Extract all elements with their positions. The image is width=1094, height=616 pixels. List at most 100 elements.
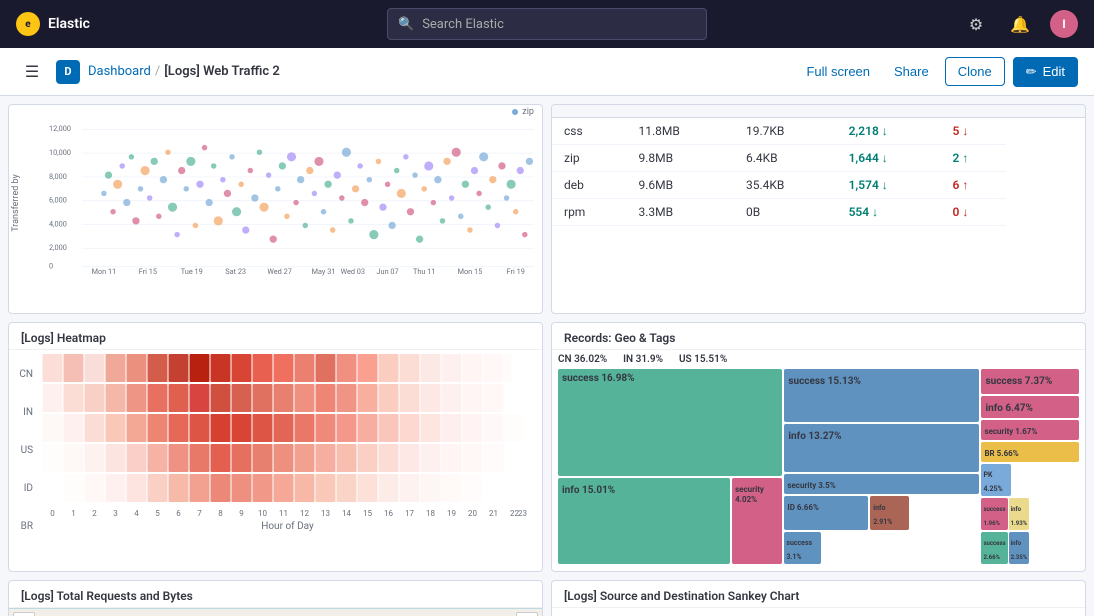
col-mb2	[734, 105, 837, 118]
geo-cn-label: CN 36.02%	[558, 354, 607, 365]
row-num: 2 ↑	[941, 145, 1007, 172]
svg-text:3: 3	[113, 509, 118, 518]
svg-text:Mon 11: Mon 11	[92, 267, 117, 276]
svg-text:17: 17	[405, 509, 414, 518]
tm-us-success: success 7.37%	[981, 369, 1079, 394]
map-svg: REGINA WINNIPEG THUNDER BAY NORTH DAKOTA…	[9, 608, 542, 616]
sub-nav-actions: Full screen Share Clone ✏ Edit	[798, 57, 1078, 87]
svg-text:Fri 19: Fri 19	[507, 267, 525, 276]
fullscreen-button[interactable]: Full screen	[798, 58, 878, 85]
geo-in-label: IN 31.9%	[623, 354, 663, 365]
svg-text:10: 10	[258, 509, 267, 518]
svg-text:Wed 27: Wed 27	[267, 267, 291, 276]
svg-text:May 31: May 31	[312, 267, 336, 276]
svg-text:13: 13	[321, 509, 330, 518]
svg-text:10,000: 10,000	[49, 148, 71, 157]
geo-us-label: US 15.51%	[679, 354, 727, 365]
tm-us-info3: info 1.93%	[1009, 498, 1030, 530]
sankey-body: 13,000 12,000 BD BR	[552, 608, 1085, 616]
table-row: css 11.8MB 19.7KB 2,218 ↓ 5 ↓	[552, 118, 1085, 145]
svg-text:Thu 11: Thu 11	[413, 267, 435, 276]
heatmap-panel: [Logs] Heatmap CN IN US ID BR	[8, 322, 543, 572]
col-arrow1	[941, 105, 1007, 118]
main-content: zip Transferred by 12,000 10,000 8,000 6…	[0, 96, 1094, 616]
col-arrow2	[1045, 105, 1085, 118]
geo-panel: Records: Geo & Tags CN 36.02% IN 31.9% U…	[551, 322, 1086, 572]
heatmap-y-us: US	[13, 445, 33, 456]
table-row: deb 9.6MB 35.4KB 1,574 ↓ 6 ↑	[552, 172, 1085, 199]
svg-text:6,000: 6,000	[49, 196, 67, 205]
tm-us-info4: info 2.35%	[1009, 532, 1030, 564]
tm-cn-success: success 16.98%	[558, 369, 782, 476]
svg-text:23: 23	[518, 509, 527, 518]
clone-label: Clone	[958, 64, 992, 79]
zoom-in-button[interactable]: +	[13, 612, 35, 616]
edit-label: Edit	[1043, 64, 1065, 79]
heatmap-y-in: IN	[13, 407, 33, 418]
map-filter-button[interactable]: ⇄	[516, 612, 538, 616]
svg-text:4,000: 4,000	[49, 219, 67, 228]
row-col2: 0B	[734, 199, 837, 226]
row-type: rpm	[552, 199, 627, 226]
svg-text:12: 12	[300, 509, 309, 518]
row-count: 554 ↓	[837, 199, 941, 226]
sub-navigation: ☰ D Dashboard / [Logs] Web Traffic 2 Ful…	[0, 48, 1094, 96]
breadcrumb-dashboard[interactable]: Dashboard	[88, 64, 151, 79]
row-num: 0 ↓	[941, 199, 1007, 226]
share-button[interactable]: Share	[886, 58, 937, 85]
heatmap-svg: 0 1 2 3 4 5 6 7 8 9 10 11 12 13 14 15 16	[37, 354, 538, 519]
edit-icon: ✏	[1026, 64, 1037, 80]
heatmap-y-cn: CN	[13, 369, 33, 380]
svg-text:0: 0	[49, 261, 53, 270]
tm-in-info2: info 2.91%	[870, 496, 909, 530]
col-mb1	[627, 105, 734, 118]
row-num: 5 ↓	[941, 118, 1007, 145]
svg-text:2,000: 2,000	[49, 243, 67, 252]
svg-text:8,000: 8,000	[49, 172, 67, 181]
svg-text:9: 9	[239, 509, 244, 518]
notifications-icon[interactable]: 🔔	[1006, 10, 1034, 38]
svg-text:11: 11	[279, 509, 288, 518]
svg-text:0: 0	[50, 509, 55, 518]
tm-in-info: info 13.27%	[784, 424, 979, 472]
user-avatar[interactable]: I	[1050, 10, 1078, 38]
map-body: REGINA WINNIPEG THUNDER BAY NORTH DAKOTA…	[9, 608, 542, 616]
search-bar[interactable]: 🔍 Search Elastic	[387, 8, 707, 40]
col-count	[837, 105, 941, 118]
breadcrumb-sep: /	[155, 64, 160, 79]
sankey-title: [Logs] Source and Destination Sankey Cha…	[552, 581, 1085, 608]
edit-button[interactable]: ✏ Edit	[1013, 57, 1078, 87]
tm-cn-security: security 4.02%	[732, 478, 782, 564]
tm-in-success2: success 3.1%	[784, 532, 820, 564]
tm-in-id: ID 6.66%	[784, 496, 868, 530]
table-panel: css 11.8MB 19.7KB 2,218 ↓ 5 ↓ zip 9.8MB …	[551, 104, 1086, 314]
elastic-logo[interactable]: e Elastic	[16, 12, 90, 36]
search-placeholder: Search Elastic	[422, 17, 504, 32]
svg-text:Wed 03: Wed 03	[341, 267, 365, 276]
table-row: zip 9.8MB 6.4KB 1,644 ↓ 2 ↑	[552, 145, 1085, 172]
svg-text:5: 5	[155, 509, 160, 518]
settings-icon[interactable]: ⚙	[962, 10, 990, 38]
svg-text:18: 18	[426, 509, 435, 518]
col-num	[1006, 105, 1045, 118]
tm-us-success4: success 2.66%	[981, 532, 1007, 564]
svg-text:15: 15	[363, 509, 372, 518]
svg-text:Sat 23: Sat 23	[225, 267, 246, 276]
tm-us-success3: success 1.96%	[981, 498, 1007, 530]
svg-text:1: 1	[71, 509, 76, 518]
row-count: 2,218 ↓	[837, 118, 941, 145]
heatmap-y-id: ID	[13, 483, 33, 494]
tm-us-br: BR 5.66%	[981, 442, 1079, 462]
tm-us-pk: PK 4.25%	[981, 464, 1010, 496]
svg-text:Mon 15: Mon 15	[458, 267, 483, 276]
svg-text:16: 16	[384, 509, 393, 518]
search-icon: 🔍	[398, 17, 414, 32]
table-row: rpm 3.3MB 0B 554 ↓ 0 ↓	[552, 199, 1085, 226]
tm-cn-info: info 15.01%	[558, 478, 730, 564]
row-type: zip	[552, 145, 627, 172]
svg-text:21: 21	[489, 509, 498, 518]
svg-text:Jun 07: Jun 07	[377, 267, 399, 276]
row-col1: 9.6MB	[627, 172, 734, 199]
menu-button[interactable]: ☰	[16, 56, 48, 88]
clone-button[interactable]: Clone	[945, 57, 1005, 86]
